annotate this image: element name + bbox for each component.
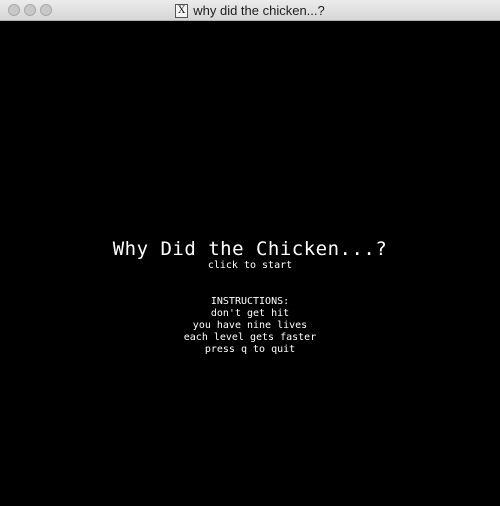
instructions-heading: INSTRUCTIONS: <box>210 296 290 307</box>
game-title: Why Did the Chicken...? <box>112 238 388 260</box>
window-title-group: X why did the chicken...? <box>0 0 500 21</box>
game-canvas[interactable]: Why Did the Chicken...? click to start I… <box>0 21 500 506</box>
app-window: X why did the chicken...? Why Did the Ch… <box>0 0 500 506</box>
window-title: why did the chicken...? <box>193 3 325 18</box>
instruction-line: press q to quit <box>204 344 296 355</box>
instruction-line: you have nine lives <box>192 320 308 331</box>
start-prompt[interactable]: click to start <box>0 260 500 272</box>
instructions-panel: INSTRUCTIONS: don't get hit you have nin… <box>0 296 500 356</box>
instruction-line: don't get hit <box>210 308 290 319</box>
window-titlebar[interactable]: X why did the chicken...? <box>0 0 500 21</box>
x11-icon: X <box>175 3 189 18</box>
instruction-line: each level gets faster <box>183 332 317 343</box>
